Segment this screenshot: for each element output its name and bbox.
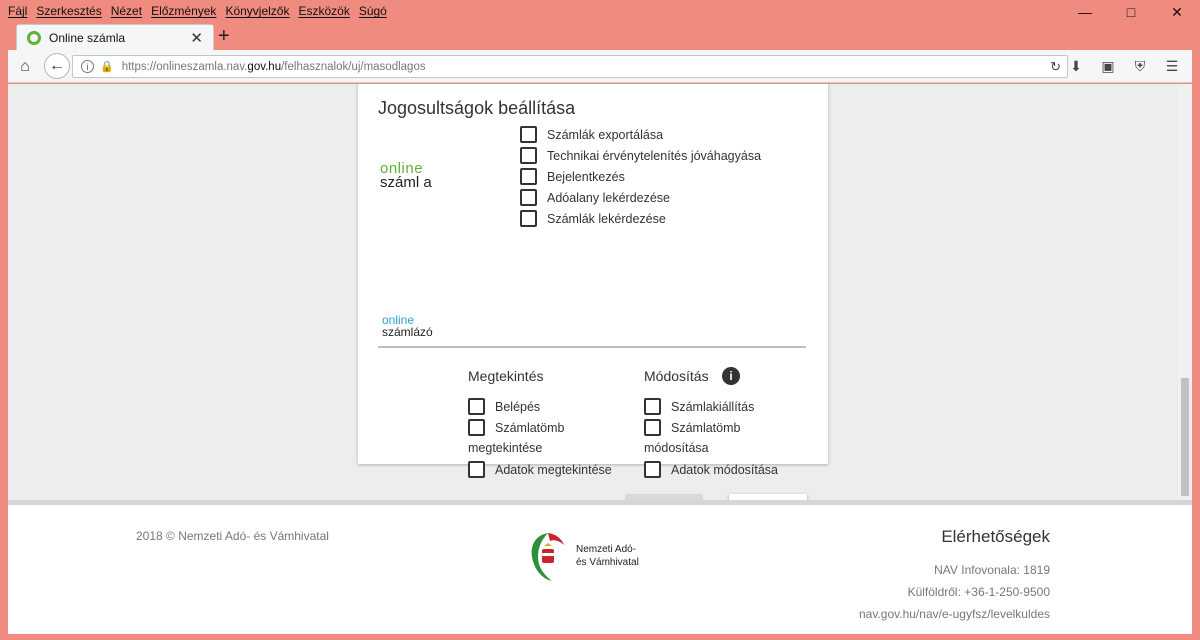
menu-bar: Fájl Szerkesztés Nézet Előzmények Könyvj… xyxy=(0,0,1200,22)
checkbox-szamlatomb-megtekintese[interactable]: Számlatömb xyxy=(468,419,564,436)
contacts: Elérhetőségek NAV Infovonala: 1819 Külfö… xyxy=(859,527,1050,625)
checkbox-bejelentkezes[interactable]: Bejelentkezés xyxy=(520,168,625,185)
contact-link[interactable]: nav.gov.hu/nav/e-ugyfsz/levelkuldes xyxy=(859,603,1050,625)
checkbox[interactable] xyxy=(644,419,661,436)
maximize-icon[interactable]: □ xyxy=(1108,0,1154,24)
download-icon[interactable]: ⬇ xyxy=(1060,55,1092,78)
checkbox-technikai-ervenytelenites[interactable]: Technikai érvénytelenítés jóváhagyása xyxy=(520,147,761,164)
checkbox[interactable] xyxy=(468,461,485,478)
checkbox-adatok-megtekintese[interactable]: Adatok megtekintése xyxy=(468,461,612,478)
menu-help[interactable]: Súgó xyxy=(359,4,387,18)
back-icon[interactable]: ← xyxy=(44,53,70,79)
view-column-header: Megtekintés xyxy=(468,368,544,384)
permissions-card: Jogosultságok beállítása online száml a … xyxy=(358,84,828,526)
checkbox[interactable] xyxy=(520,189,537,206)
online-szamlazo-logo: online számlázó xyxy=(382,313,433,339)
menu-edit[interactable]: Szerkesztés xyxy=(36,4,101,18)
checkbox-belepes[interactable]: Belépés xyxy=(468,398,540,415)
address-bar[interactable]: i 🔒 https://onlineszamla.nav.gov.hu/felh… xyxy=(72,55,1068,78)
checkbox[interactable] xyxy=(520,168,537,185)
copyright-text: 2018 © Nemzeti Adó- és Vámhivatal xyxy=(136,529,329,543)
navigation-bar: ⌂ ← i 🔒 https://onlineszamla.nav.gov.hu/… xyxy=(8,50,1192,83)
close-window-icon[interactable]: ✕ xyxy=(1154,0,1200,24)
checkbox-adatok-modositasa[interactable]: Adatok módosítása xyxy=(644,461,778,478)
toolbar-right: ⬇ ▣ ⛨ ☰ xyxy=(1060,55,1188,78)
new-tab-icon[interactable]: + xyxy=(218,26,230,46)
scrollbar-thumb[interactable] xyxy=(1181,378,1189,496)
checkbox[interactable] xyxy=(644,398,661,415)
url-text: https://onlineszamla.nav.gov.hu/felhaszn… xyxy=(121,60,426,73)
nav-emblem-icon xyxy=(531,533,564,581)
menu-tools[interactable]: Eszközök xyxy=(298,4,349,18)
checkbox-label-continuation: módosítása xyxy=(644,441,709,455)
scrollbar[interactable] xyxy=(1178,84,1192,500)
site-info-icon[interactable]: i xyxy=(81,60,94,73)
home-icon[interactable]: ⌂ xyxy=(14,56,36,78)
checkbox[interactable] xyxy=(644,461,661,478)
online-szamla-logo: online száml a xyxy=(380,160,432,191)
checkbox[interactable] xyxy=(520,210,537,227)
menu-view[interactable]: Nézet xyxy=(111,4,142,18)
checkbox-adoalany-lekerdezese[interactable]: Adóalany lekérdezése xyxy=(520,189,670,206)
footer: 2018 © Nemzeti Adó- és Vámhivatal Nemzet… xyxy=(8,500,1192,634)
checkbox-szamlakiallitas[interactable]: Számlakiállítás xyxy=(644,398,754,415)
minimize-icon[interactable]: — xyxy=(1062,0,1108,24)
page-title: Jogosultságok beállítása xyxy=(378,98,576,118)
infovonal-text: NAV Infovonala: 1819 xyxy=(934,563,1050,577)
checkbox-szamlatomb-modositasa[interactable]: Számlatömb xyxy=(644,419,740,436)
checkbox[interactable] xyxy=(468,398,485,415)
tab-title: Online számla xyxy=(49,30,126,45)
menu-history[interactable]: Előzmények xyxy=(151,4,216,18)
international-phone-text: Külföldről: +36-1-250-9500 xyxy=(907,585,1050,599)
contacts-heading: Elérhetőségek xyxy=(941,527,1050,546)
checkbox[interactable] xyxy=(520,147,537,164)
window-controls: — □ ✕ xyxy=(1062,0,1200,24)
favicon-icon xyxy=(27,30,41,45)
modify-column-header: Módosítás xyxy=(644,368,709,384)
menu-file[interactable]: Fájl xyxy=(8,4,27,18)
section-divider xyxy=(378,346,806,348)
close-tab-icon[interactable]: ✕ xyxy=(190,29,203,47)
lock-icon: 🔒 xyxy=(100,61,114,73)
info-icon[interactable]: i xyxy=(722,367,740,385)
checkbox-label-continuation: megtekintése xyxy=(468,441,543,455)
checkbox[interactable] xyxy=(520,126,537,143)
checkbox-szamlak-lekerdezese[interactable]: Számlák lekérdezése xyxy=(520,210,666,227)
page-content: Jogosultságok beállítása online száml a … xyxy=(8,84,1192,634)
sidebar-icon[interactable]: ▣ xyxy=(1092,55,1124,78)
hamburger-menu-icon[interactable]: ☰ xyxy=(1156,55,1188,78)
nav-logo: Nemzeti Adó- és Vámhivatal xyxy=(528,529,678,589)
menu-bookmarks[interactable]: Könyvjelzők xyxy=(225,4,289,18)
tab-online-szamla[interactable]: Online számla ✕ xyxy=(16,24,214,50)
tab-strip: Online számla ✕ + xyxy=(8,22,1192,50)
shield-icon[interactable]: ⛨ xyxy=(1124,55,1156,78)
checkbox[interactable] xyxy=(468,419,485,436)
checkbox-szamlak-exportalasa[interactable]: Számlák exportálása xyxy=(520,126,663,143)
